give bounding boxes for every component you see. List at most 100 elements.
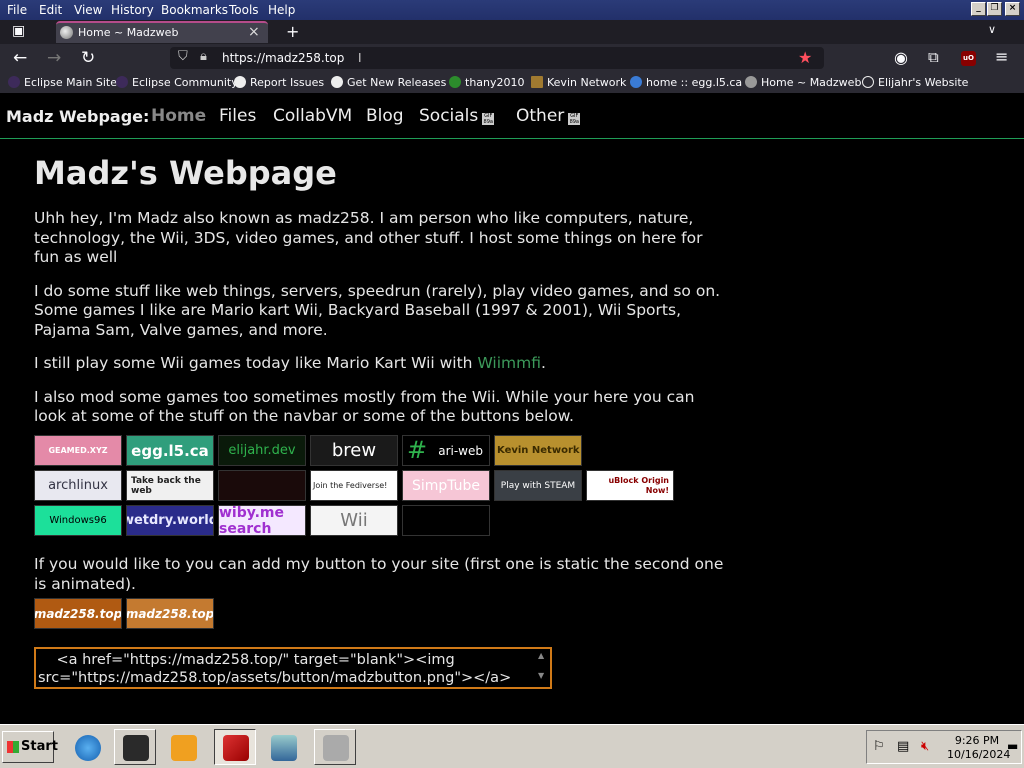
bookmark-star-icon[interactable]: ★ bbox=[798, 48, 812, 67]
menu-view[interactable]: View bbox=[74, 3, 102, 17]
bookmark-label: Eclipse Community bbox=[132, 76, 238, 89]
bookmark-item[interactable]: thany2010 bbox=[449, 76, 525, 89]
text-cursor-icon: I bbox=[358, 51, 362, 65]
minimize-button[interactable]: _ bbox=[971, 2, 986, 16]
account-icon[interactable]: ◉ bbox=[894, 48, 908, 67]
nav-link-socials[interactable]: Socials GIF 89a bbox=[419, 106, 495, 126]
bookmark-item[interactable]: Home ~ Madzweb bbox=[745, 76, 861, 89]
show-desktop-icon[interactable]: ▬ bbox=[1007, 739, 1018, 753]
archlinux-button[interactable]: archlinux bbox=[34, 470, 122, 501]
url-bar[interactable]: ⛉ 🔒︎ https://madz258.top I ★ bbox=[170, 47, 824, 69]
nav-link-blog[interactable]: Blog bbox=[366, 106, 404, 126]
eclipse-icon bbox=[116, 76, 128, 88]
eclipse-icon bbox=[8, 76, 20, 88]
take-back-web-button[interactable]: Take back the web bbox=[126, 470, 214, 501]
site-brand: Madz Webpage: bbox=[6, 107, 150, 126]
menu-help[interactable]: Help bbox=[268, 3, 295, 17]
volume-muted-icon[interactable]: 🔇︎ bbox=[921, 739, 929, 754]
internet-explorer-quicklaunch[interactable] bbox=[66, 729, 108, 765]
restore-button[interactable]: ❐ bbox=[987, 2, 1002, 16]
hamburger-menu-icon[interactable]: ≡ bbox=[995, 47, 1008, 66]
network-quicklaunch[interactable] bbox=[262, 729, 304, 765]
ublock-origin-button[interactable]: uBlock Origin Now! bbox=[586, 470, 674, 501]
tab-home-madzweb[interactable]: Home ~ Madzweb × bbox=[56, 21, 268, 43]
firefox-icon bbox=[223, 735, 249, 761]
simptube-button[interactable]: SimpTube bbox=[402, 470, 490, 501]
back-icon[interactable]: ← bbox=[13, 48, 27, 68]
menu-bar: File Edit View History Bookmarks Tools H… bbox=[0, 0, 1024, 20]
menu-bookmarks[interactable]: Bookmarks bbox=[161, 3, 228, 17]
taskbar-app-notes[interactable] bbox=[314, 729, 356, 765]
clock-time: 9:26 PM bbox=[954, 734, 1000, 747]
ari-web-button[interactable]: # ari-web bbox=[402, 435, 490, 466]
mario-button[interactable] bbox=[218, 470, 306, 501]
notes-icon bbox=[323, 735, 349, 761]
madz-animated-button[interactable]: madz258.top bbox=[126, 598, 214, 629]
bookmark-item[interactable]: Eclipse Community bbox=[116, 76, 238, 89]
brew-button[interactable]: brew bbox=[310, 435, 398, 466]
taskbar-app-explorer[interactable] bbox=[114, 729, 156, 765]
reload-icon[interactable]: ↻ bbox=[81, 48, 95, 68]
media-player-quicklaunch[interactable] bbox=[162, 729, 204, 765]
tab-overview-icon[interactable]: ▣ bbox=[12, 23, 25, 39]
menu-tools[interactable]: Tools bbox=[229, 3, 259, 17]
thany-icon bbox=[449, 76, 461, 88]
taskbar-app-firefox[interactable] bbox=[214, 729, 256, 765]
windows96-button[interactable]: Windows96 bbox=[34, 505, 122, 536]
mod-paragraph: I also mod some games too sometimes most… bbox=[34, 387, 695, 426]
forward-icon[interactable]: → bbox=[47, 48, 61, 68]
clock-date: 10/16/2024 bbox=[947, 748, 1011, 761]
new-tab-icon[interactable]: + bbox=[286, 22, 299, 41]
nav-link-other-label: Other bbox=[516, 106, 565, 126]
activities-paragraph: I do some stuff like web things, servers… bbox=[34, 281, 721, 339]
add-button-text: If you would like to you can add my butt… bbox=[34, 555, 724, 593]
fediverse-button[interactable]: Join the Fediverse! bbox=[310, 470, 398, 501]
bookmark-item[interactable]: home :: egg.l5.ca bbox=[630, 76, 742, 89]
nav-link-files[interactable]: Files bbox=[219, 106, 256, 126]
bookmark-item[interactable]: Get New Releases bbox=[331, 76, 446, 89]
bookmark-item[interactable]: Report Issues bbox=[234, 76, 324, 89]
clock[interactable]: 9:26 PM 10/16/2024 bbox=[947, 734, 1011, 762]
github-icon bbox=[331, 76, 343, 88]
bookmark-label: Eclipse Main Site bbox=[24, 76, 117, 89]
tab-list-icon[interactable]: ∨ bbox=[988, 23, 996, 36]
bookmarks-toolbar: Eclipse Main Site Eclipse Community Repo… bbox=[0, 72, 1024, 93]
egg-l5-button[interactable]: egg.l5.ca bbox=[126, 435, 214, 466]
elijahr-button[interactable]: elijahr.dev bbox=[218, 435, 306, 466]
bookmark-item[interactable]: Kevin Network bbox=[531, 76, 626, 89]
url-text[interactable]: https://madz258.top bbox=[222, 51, 344, 65]
nav-link-home[interactable]: Home bbox=[151, 106, 206, 126]
explorer-icon bbox=[123, 735, 149, 761]
menu-history[interactable]: History bbox=[111, 3, 154, 17]
wetdry-world-button[interactable]: wetdry.world bbox=[126, 505, 214, 536]
windows-button[interactable] bbox=[402, 505, 490, 536]
textarea-scroll-icon[interactable]: ▲ ▼ bbox=[538, 651, 548, 685]
close-window-button[interactable]: × bbox=[1005, 2, 1020, 16]
tab-close-icon[interactable]: × bbox=[248, 24, 260, 40]
embed-code-textarea[interactable]: <a href="https://madz258.top/" target="b… bbox=[34, 647, 552, 689]
windows-flag-icon bbox=[7, 741, 19, 753]
nav-link-collabvm[interactable]: CollabVM bbox=[273, 106, 352, 126]
flag-tray-icon[interactable]: ⚐ bbox=[873, 739, 885, 754]
bookmark-label: Elijahr's Website bbox=[878, 76, 969, 89]
menu-file[interactable]: File bbox=[7, 3, 27, 17]
geamed-button[interactable]: GEAMED.XYZ bbox=[34, 435, 122, 466]
wiimmfi-link[interactable]: Wiimmfi bbox=[477, 354, 541, 372]
start-button[interactable]: Start bbox=[2, 731, 58, 763]
ublock-origin-icon[interactable]: uO bbox=[961, 51, 976, 66]
kevin-network-button[interactable]: Kevin Network bbox=[494, 435, 582, 466]
menu-edit[interactable]: Edit bbox=[39, 3, 62, 17]
bookmark-label: Home ~ Madzweb bbox=[761, 76, 862, 89]
wii-button[interactable]: Wii bbox=[310, 505, 398, 536]
bookmark-item[interactable]: Eclipse Main Site bbox=[8, 76, 117, 89]
network-tray-icon[interactable]: ▤ bbox=[897, 739, 909, 754]
wiby-button[interactable]: wiby.me search bbox=[218, 505, 306, 536]
steam-button[interactable]: Play with STEAM bbox=[494, 470, 582, 501]
extensions-icon[interactable]: ⧉ bbox=[928, 48, 939, 66]
bookmark-item[interactable]: Elijahr's Website bbox=[862, 76, 968, 89]
network-icon bbox=[271, 735, 297, 761]
nav-link-other[interactable]: Other GIF 89a bbox=[516, 106, 581, 126]
madz-static-button[interactable]: madz258.top bbox=[34, 598, 122, 629]
lock-icon[interactable]: 🔒︎ bbox=[200, 49, 207, 64]
shield-icon[interactable]: ⛉ bbox=[178, 49, 188, 64]
